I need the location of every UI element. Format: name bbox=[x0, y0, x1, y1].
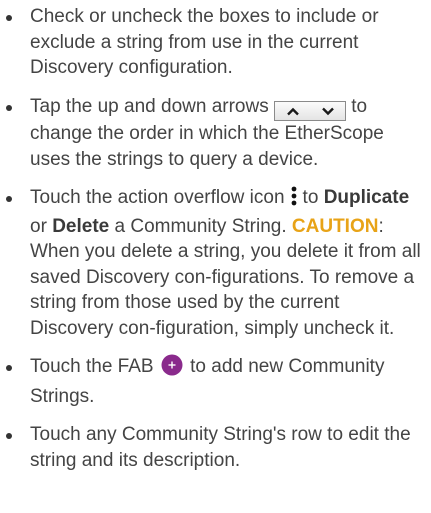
action-overflow-icon bbox=[291, 186, 297, 214]
item-text: Touch any Community String's row to edit… bbox=[30, 424, 411, 471]
fab-plus-icon bbox=[161, 354, 183, 384]
bullet-dot bbox=[6, 433, 12, 439]
item-text-before: Touch the FAB bbox=[30, 356, 154, 377]
item-text-before: Touch the action overflow icon bbox=[30, 187, 285, 208]
item-text-to: to bbox=[302, 187, 319, 208]
chevron-up-icon bbox=[275, 102, 310, 120]
list-item-overflow: Touch the action overflow icon to Duplica… bbox=[0, 185, 431, 341]
list-item-reorder: Tap the up and down arrows to change the… bbox=[0, 94, 431, 173]
instruction-list: Check or uncheck the boxes to include or… bbox=[0, 0, 431, 473]
item-text: Check or uncheck the boxes to include or… bbox=[30, 6, 379, 78]
bullet-dot bbox=[6, 15, 12, 21]
duplicate-term: Duplicate bbox=[323, 187, 410, 208]
bullet-dot bbox=[6, 365, 12, 371]
help-document: Check or uncheck the boxes to include or… bbox=[0, 0, 431, 513]
delete-term: Delete bbox=[52, 215, 110, 237]
chevron-down-icon bbox=[310, 102, 345, 120]
list-item-checkboxes: Check or uncheck the boxes to include or… bbox=[0, 0, 431, 81]
item-text-or: or bbox=[30, 215, 47, 237]
caution-label: CAUTION bbox=[291, 215, 379, 237]
item-text-after: a Community String. bbox=[114, 215, 287, 237]
bullet-dot bbox=[6, 104, 12, 111]
list-item-edit: Touch any Community String's row to edit… bbox=[0, 422, 431, 473]
bullet-dot bbox=[6, 196, 12, 202]
up-down-arrow-buttons-icon bbox=[274, 101, 346, 121]
item-text-before: Tap the up and down arrows bbox=[30, 95, 269, 117]
list-item-fab: Touch the FAB to add new Community Strin… bbox=[0, 354, 431, 409]
